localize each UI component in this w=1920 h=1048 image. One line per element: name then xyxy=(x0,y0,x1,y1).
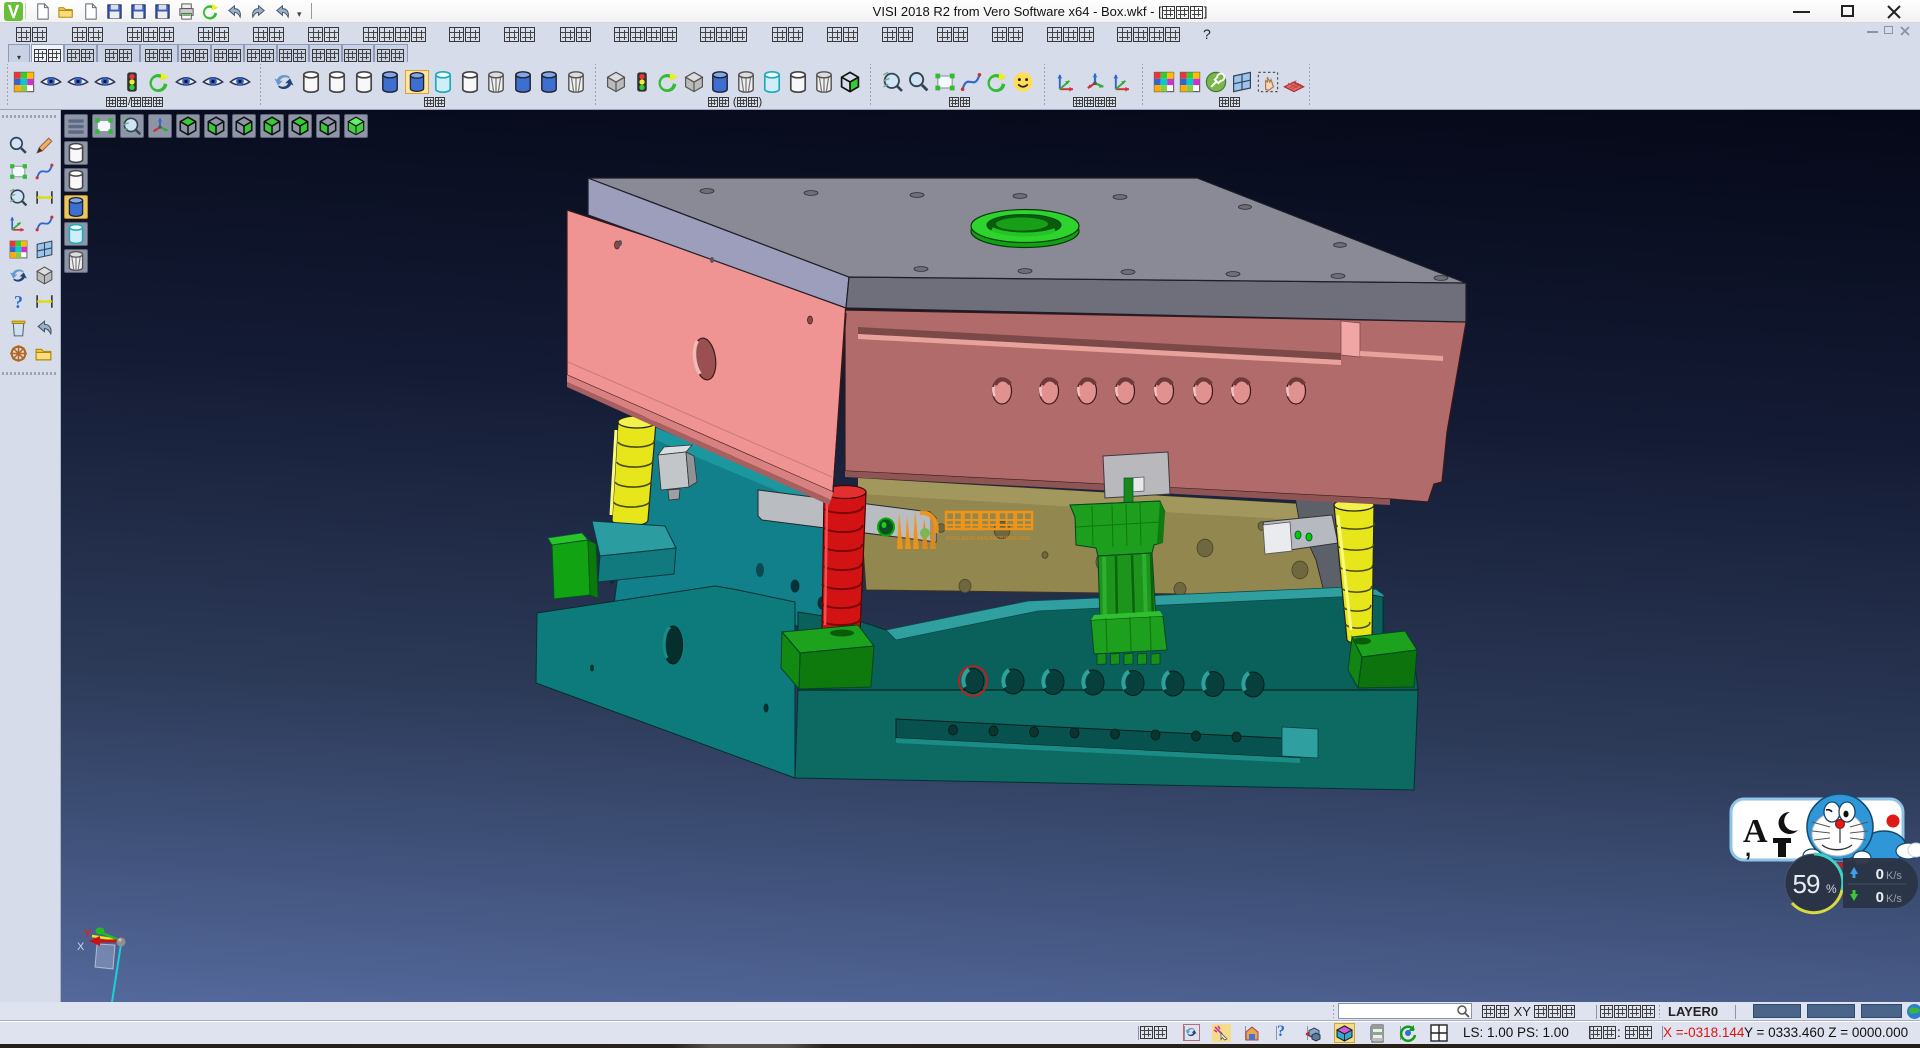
svg-text:K/s: K/s xyxy=(1886,893,1902,905)
svg-text:X: X xyxy=(77,941,85,953)
svg-text:%: % xyxy=(1826,882,1837,896)
svg-text:INTELLIGENT MANUFACTURING DATA: INTELLIGENT MANUFACTURING DATA xyxy=(946,536,1031,542)
svg-text:59: 59 xyxy=(1793,869,1820,899)
svg-text:0: 0 xyxy=(1876,889,1884,906)
svg-text:,: , xyxy=(1745,836,1751,861)
svg-text:Y: Y xyxy=(84,928,92,940)
svg-text:0: 0 xyxy=(1876,866,1884,883)
svg-text:K/s: K/s xyxy=(1886,870,1902,882)
